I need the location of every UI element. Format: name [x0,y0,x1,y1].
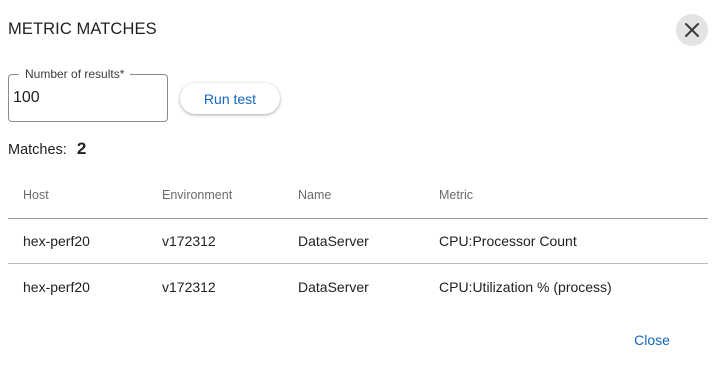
table-row[interactable]: hex-perf20 v172312 DataServer CPU:Proces… [8,219,708,264]
environment-cell: v172312 [162,278,216,295]
table-row[interactable]: hex-perf20 v172312 DataServer CPU:Utiliz… [8,264,708,309]
matches-table: Host Environment Name Metric hex-perf20 … [8,171,708,309]
name-cell: DataServer [298,278,369,295]
column-header-name[interactable]: Name [298,171,331,218]
number-of-results-field: Number of results* [8,67,168,122]
matches-summary: Matches: 2 [8,139,86,159]
host-cell: hex-perf20 [23,278,90,295]
table-header-row: Host Environment Name Metric [8,171,708,219]
run-test-button[interactable]: Run test [180,83,280,114]
close-dialog-button[interactable] [676,14,708,46]
matches-count: 2 [76,139,87,158]
metric-matches-dialog: METRIC MATCHES Number of results* Run te… [0,0,722,386]
dialog-title: METRIC MATCHES [8,20,157,38]
close-button[interactable]: Close [622,326,682,354]
metric-cell: CPU:Processor Count [439,233,577,249]
number-of-results-input[interactable] [13,87,161,109]
column-header-metric[interactable]: Metric [439,171,473,218]
name-cell: DataServer [298,233,369,249]
close-icon [685,23,699,37]
number-of-results-label: Number of results* [19,67,131,81]
matches-label: Matches: [8,142,67,158]
column-header-environment[interactable]: Environment [162,171,232,218]
column-header-host[interactable]: Host [23,171,49,218]
environment-cell: v172312 [162,233,216,249]
metric-cell: CPU:Utilization % (process) [439,278,612,295]
host-cell: hex-perf20 [23,233,90,249]
